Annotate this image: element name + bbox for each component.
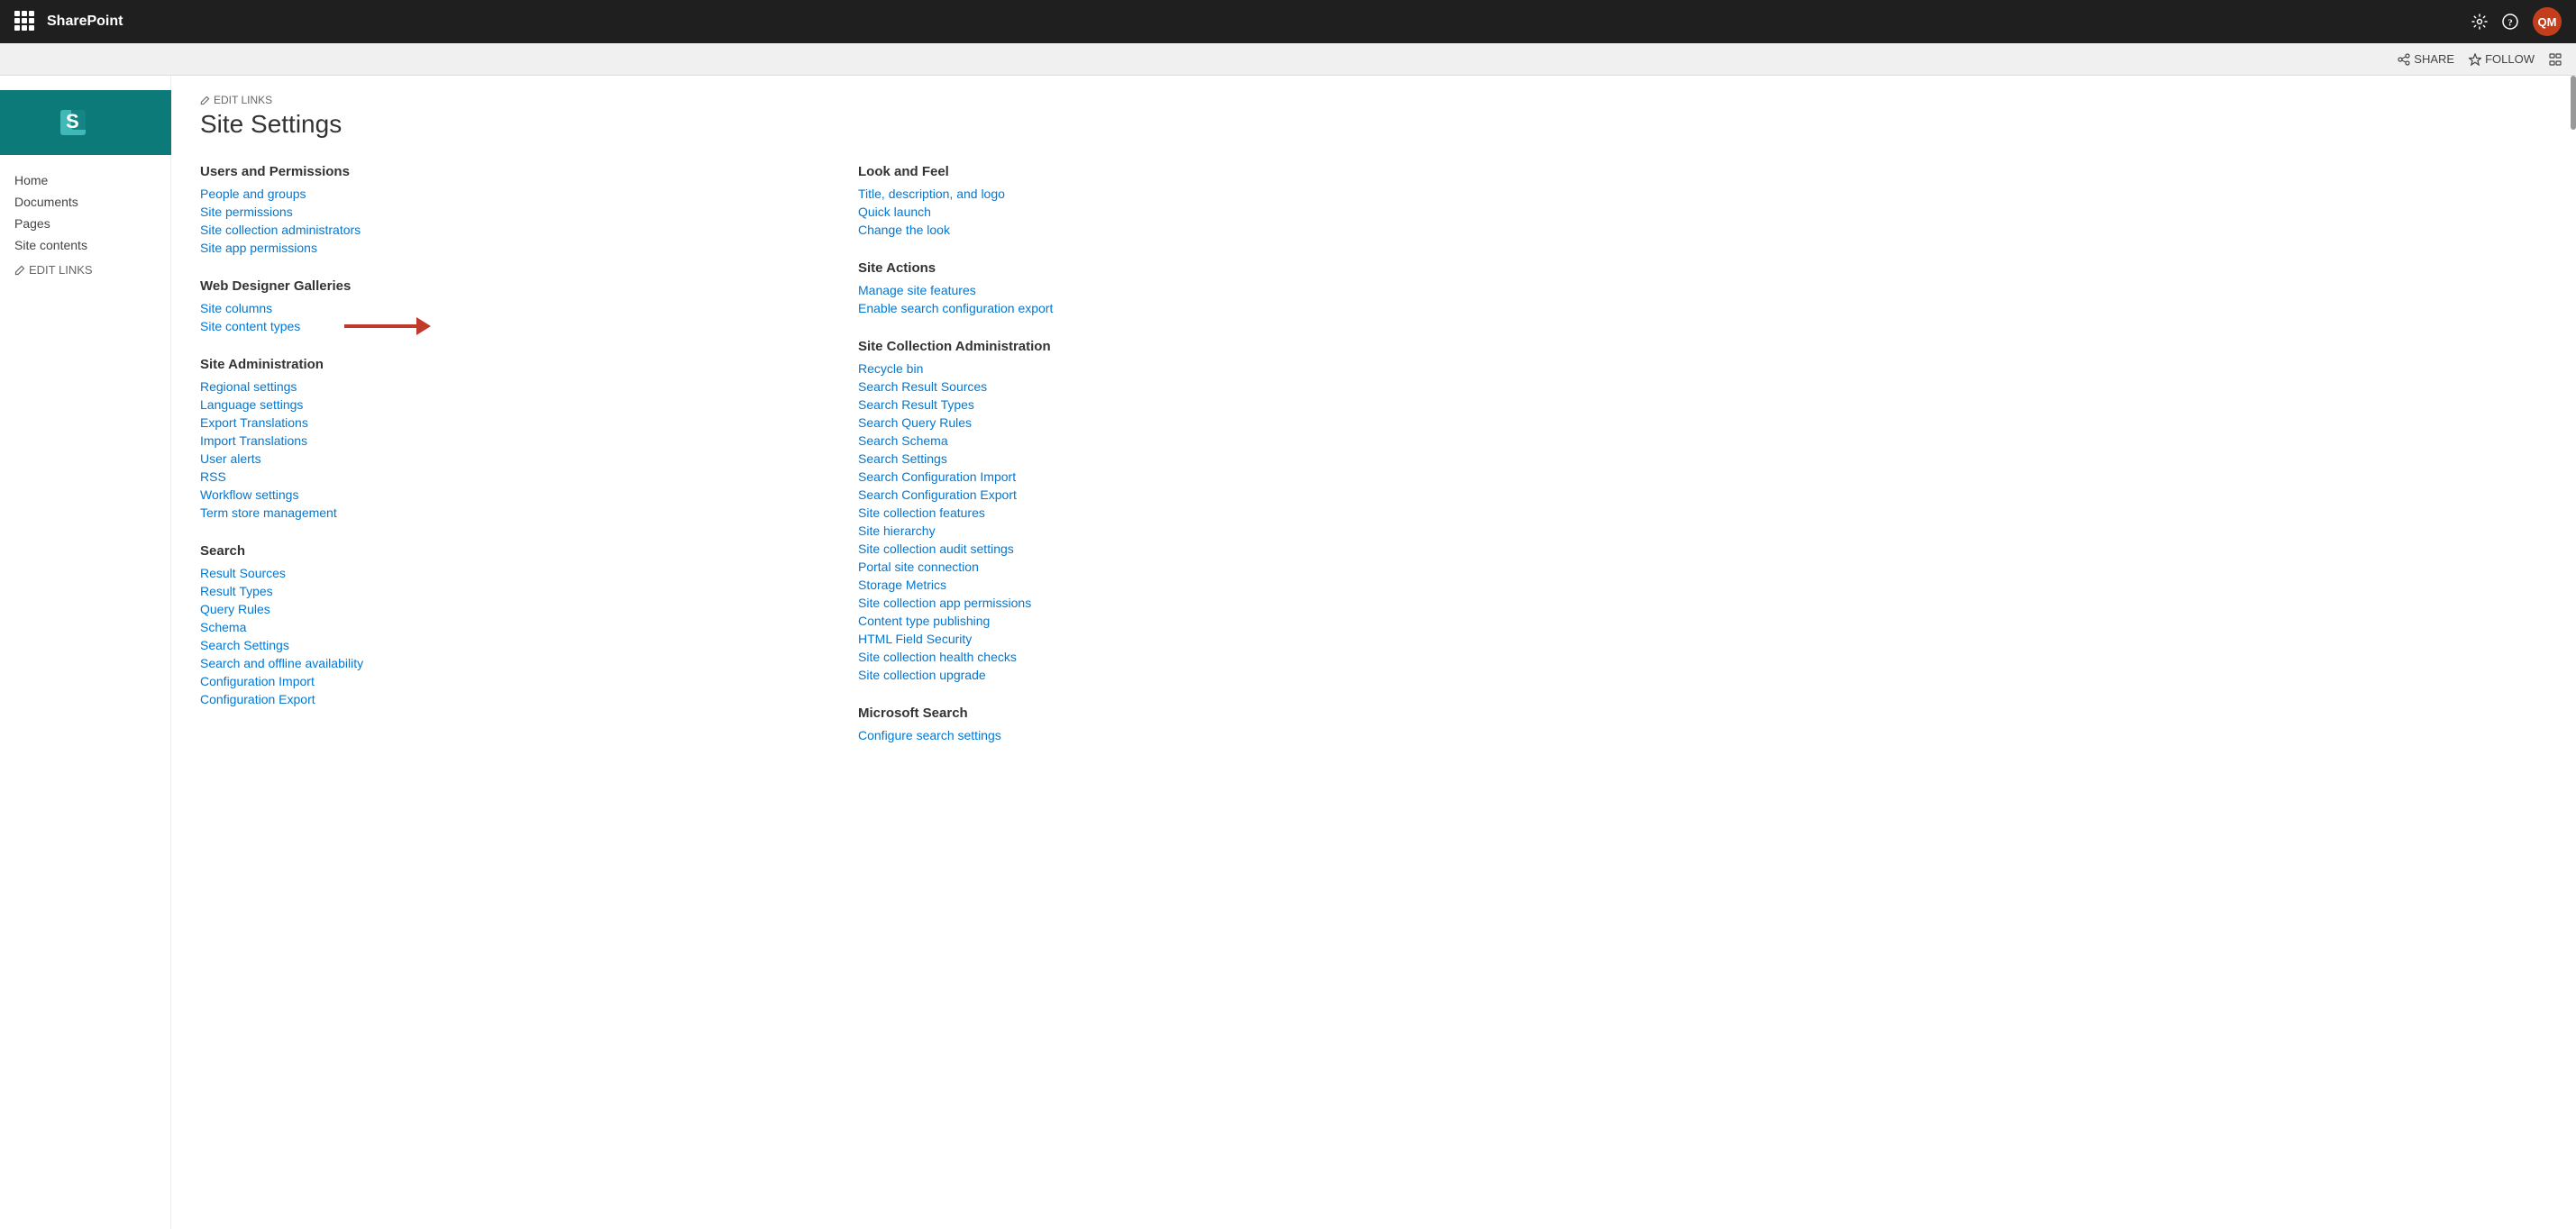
edit-links-top-label: EDIT LINKS <box>214 94 272 106</box>
link-regional-settings[interactable]: Regional settings <box>200 378 804 396</box>
scrollbar[interactable] <box>2571 76 2576 130</box>
link-site-permissions[interactable]: Site permissions <box>200 203 804 221</box>
section-site-collection-admin: Site Collection Administration Recycle b… <box>858 339 1462 684</box>
link-site-hierarchy[interactable]: Site hierarchy <box>858 522 1462 540</box>
arrow-head <box>416 317 431 335</box>
main-content: EDIT LINKS Site Settings Users and Permi… <box>171 76 2576 1229</box>
link-storage-metrics[interactable]: Storage Metrics <box>858 576 1462 594</box>
link-query-rules[interactable]: Query Rules <box>200 600 804 618</box>
link-search-config-import[interactable]: Search Configuration Import <box>858 468 1462 486</box>
left-column: Users and Permissions People and groups … <box>200 164 804 766</box>
link-site-collection-app-perms[interactable]: Site collection app permissions <box>858 594 1462 612</box>
settings-icon[interactable] <box>2471 14 2488 30</box>
app-name: SharePoint <box>47 14 123 30</box>
edit-links-top[interactable]: EDIT LINKS <box>200 94 2547 106</box>
link-search-query-rules[interactable]: Search Query Rules <box>858 414 1462 432</box>
link-configure-search[interactable]: Configure search settings <box>858 726 1462 744</box>
link-html-field-security[interactable]: HTML Field Security <box>858 630 1462 648</box>
link-config-export[interactable]: Configuration Export <box>200 690 804 708</box>
section-look-feel: Look and Feel Title, description, and lo… <box>858 164 1462 239</box>
link-site-app-permissions[interactable]: Site app permissions <box>200 239 804 257</box>
follow-button[interactable]: FOLLOW <box>2469 52 2535 66</box>
section-users-permissions: Users and Permissions People and groups … <box>200 164 804 257</box>
section-title-search: Search <box>200 543 804 559</box>
section-title-microsoft-search: Microsoft Search <box>858 706 1462 721</box>
link-site-content-types[interactable]: Site content types <box>200 317 804 335</box>
sidebar-item-site-contents[interactable]: Site contents <box>14 234 156 256</box>
link-audit-settings[interactable]: Site collection audit settings <box>858 540 1462 558</box>
section-title-web-designer: Web Designer Galleries <box>200 278 804 294</box>
site-logo: S <box>0 90 171 155</box>
link-site-collection-admins[interactable]: Site collection administrators <box>200 221 804 239</box>
sidebar-nav: Home Documents Pages Site contents EDIT … <box>0 169 170 277</box>
section-search: Search Result Sources Result Types Query… <box>200 543 804 708</box>
sidebar-item-pages[interactable]: Pages <box>14 213 156 234</box>
link-people-groups[interactable]: People and groups <box>200 185 804 203</box>
top-nav-bar: SharePoint ? QM <box>0 0 2576 43</box>
link-config-import[interactable]: Configuration Import <box>200 672 804 690</box>
link-portal-site[interactable]: Portal site connection <box>858 558 1462 576</box>
focus-button[interactable] <box>2549 53 2562 66</box>
link-term-store[interactable]: Term store management <box>200 504 804 522</box>
link-result-sources[interactable]: Result Sources <box>200 564 804 582</box>
link-content-type-publishing[interactable]: Content type publishing <box>858 612 1462 630</box>
help-icon[interactable]: ? <box>2502 14 2518 30</box>
link-recycle-bin[interactable]: Recycle bin <box>858 360 1462 378</box>
link-export-translations[interactable]: Export Translations <box>200 414 804 432</box>
link-language-settings[interactable]: Language settings <box>200 396 804 414</box>
user-avatar[interactable]: QM <box>2533 7 2562 36</box>
link-import-translations[interactable]: Import Translations <box>200 432 804 450</box>
main-container: S Home Documents Pages Site contents EDI… <box>0 76 2576 1229</box>
link-quick-launch[interactable]: Quick launch <box>858 203 1462 221</box>
section-site-admin: Site Administration Regional settings La… <box>200 357 804 522</box>
link-rss[interactable]: RSS <box>200 468 804 486</box>
sidebar-edit-links[interactable]: EDIT LINKS <box>14 263 156 277</box>
link-schema[interactable]: Schema <box>200 618 804 636</box>
link-search-settings[interactable]: Search Settings <box>200 636 804 654</box>
waffle-menu-icon[interactable] <box>14 11 36 32</box>
link-site-collection-upgrade[interactable]: Site collection upgrade <box>858 666 1462 684</box>
link-change-look[interactable]: Change the look <box>858 221 1462 239</box>
section-web-designer: Web Designer Galleries Site columns Site… <box>200 278 804 335</box>
section-title-users-permissions: Users and Permissions <box>200 164 804 179</box>
edit-links-label: EDIT LINKS <box>29 263 93 277</box>
right-column: Look and Feel Title, description, and lo… <box>858 164 1462 766</box>
arrow-annotation <box>344 317 431 335</box>
link-search-result-sources[interactable]: Search Result Sources <box>858 378 1462 396</box>
link-site-columns[interactable]: Site columns <box>200 299 804 317</box>
section-title-site-collection-admin: Site Collection Administration <box>858 339 1462 354</box>
sidebar: S Home Documents Pages Site contents EDI… <box>0 76 171 1229</box>
link-user-alerts[interactable]: User alerts <box>200 450 804 468</box>
svg-text:S: S <box>66 110 79 132</box>
section-title-look-feel: Look and Feel <box>858 164 1462 179</box>
nav-right: ? QM <box>2471 7 2562 36</box>
link-search-settings-col[interactable]: Search Settings <box>858 450 1462 468</box>
link-result-types[interactable]: Result Types <box>200 582 804 600</box>
page-title: Site Settings <box>200 110 2547 139</box>
link-site-collection-features[interactable]: Site collection features <box>858 504 1462 522</box>
arrow-shaft <box>344 324 416 328</box>
settings-grid: Users and Permissions People and groups … <box>200 164 1462 766</box>
svg-text:?: ? <box>2507 18 2513 29</box>
link-search-config-export[interactable]: Search Configuration Export <box>858 486 1462 504</box>
sidebar-item-home[interactable]: Home <box>14 169 156 191</box>
link-search-schema[interactable]: Search Schema <box>858 432 1462 450</box>
section-microsoft-search: Microsoft Search Configure search settin… <box>858 706 1462 744</box>
link-health-checks[interactable]: Site collection health checks <box>858 648 1462 666</box>
share-button[interactable]: SHARE <box>2398 52 2454 66</box>
section-site-actions: Site Actions Manage site features Enable… <box>858 260 1462 317</box>
link-manage-features[interactable]: Manage site features <box>858 281 1462 299</box>
link-search-result-types[interactable]: Search Result Types <box>858 396 1462 414</box>
nav-left: SharePoint <box>14 11 2471 32</box>
section-title-site-actions: Site Actions <box>858 260 1462 276</box>
sidebar-item-documents[interactable]: Documents <box>14 191 156 213</box>
link-title-desc-logo[interactable]: Title, description, and logo <box>858 185 1462 203</box>
link-enable-search-export[interactable]: Enable search configuration export <box>858 299 1462 317</box>
link-search-offline[interactable]: Search and offline availability <box>200 654 804 672</box>
section-title-site-admin: Site Administration <box>200 357 804 372</box>
toolbar: SHARE FOLLOW <box>0 43 2576 76</box>
link-workflow-settings[interactable]: Workflow settings <box>200 486 804 504</box>
